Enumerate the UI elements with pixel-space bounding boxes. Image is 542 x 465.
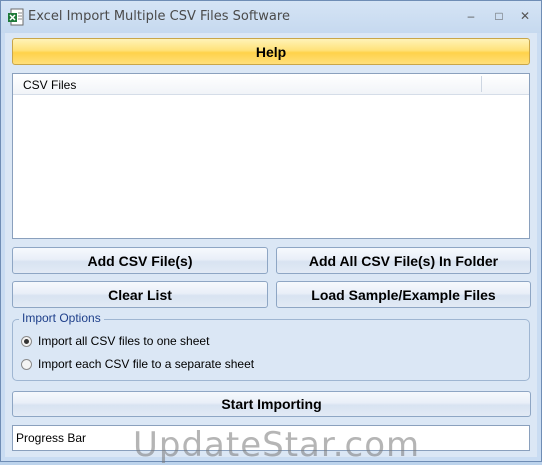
progress-bar-label: Progress Bar (16, 431, 87, 445)
option-separate-sheet[interactable]: Import each CSV file to a separate sheet (21, 357, 254, 371)
column-separator[interactable] (481, 76, 482, 92)
list-header: CSV Files (13, 74, 529, 95)
add-csv-files-button[interactable]: Add CSV File(s) (12, 247, 268, 274)
import-options-group: Import Options Import all CSV files to o… (12, 311, 530, 381)
minimize-icon[interactable]: – (461, 7, 481, 25)
help-button[interactable]: Help (12, 38, 530, 65)
option-one-sheet[interactable]: Import all CSV files to one sheet (21, 334, 209, 348)
app-window: Excel Import Multiple CSV Files Software… (0, 0, 542, 465)
import-options-legend: Import Options (19, 311, 104, 325)
client-area: Help CSV Files Add CSV File(s) Add All C… (5, 33, 537, 465)
option-separate-sheet-label[interactable]: Import each CSV file to a separate sheet (38, 357, 254, 371)
window-title: Excel Import Multiple CSV Files Software (28, 9, 290, 24)
start-importing-button[interactable]: Start Importing (12, 391, 531, 417)
close-icon[interactable]: ✕ (515, 7, 535, 25)
radio-unselected-icon[interactable] (21, 358, 32, 370)
title-bar[interactable]: Excel Import Multiple CSV Files Software… (1, 1, 541, 33)
progress-bar: Progress Bar (12, 425, 530, 451)
option-one-sheet-label[interactable]: Import all CSV files to one sheet (38, 334, 209, 348)
clear-list-button[interactable]: Clear List (12, 281, 268, 308)
excel-app-icon (8, 8, 24, 26)
add-folder-button[interactable]: Add All CSV File(s) In Folder (276, 247, 531, 274)
radio-selected-icon[interactable] (21, 335, 32, 347)
csv-file-list[interactable]: CSV Files (12, 73, 530, 239)
load-sample-button[interactable]: Load Sample/Example Files (276, 281, 531, 308)
column-header-csv-files[interactable]: CSV Files (23, 78, 76, 92)
maximize-icon[interactable]: □ (489, 7, 509, 25)
